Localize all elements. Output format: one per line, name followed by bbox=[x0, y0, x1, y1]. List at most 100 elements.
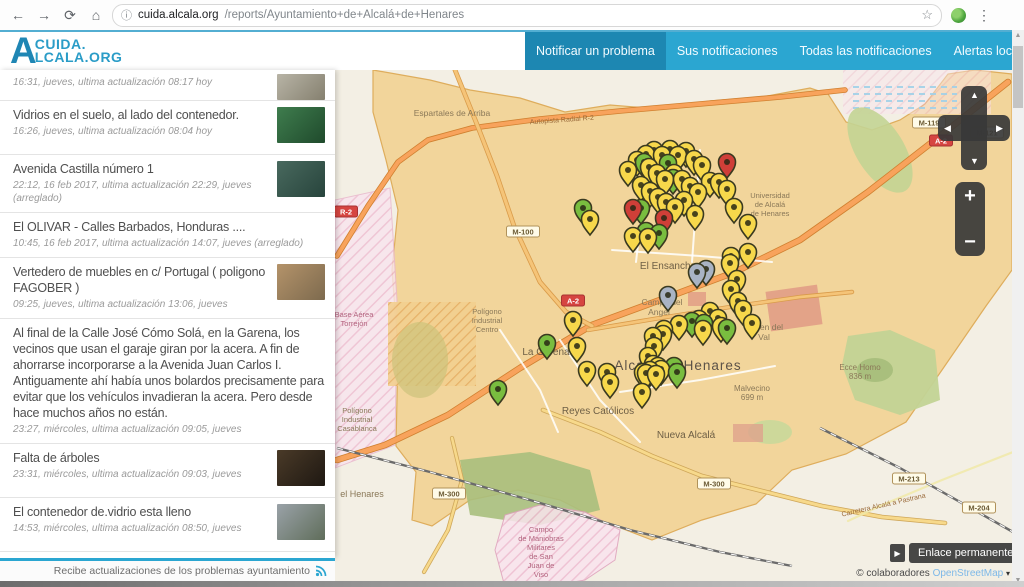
pan-right-icon[interactable]: ▶ bbox=[996, 123, 1003, 134]
map-label: Industrial bbox=[472, 316, 503, 325]
report-item[interactable]: 16:31, jueves, ultima actualización 08:1… bbox=[0, 70, 335, 101]
site-logo[interactable]: A CUIDA. LCALA.ORG bbox=[10, 33, 122, 69]
forward-icon[interactable]: → bbox=[34, 5, 54, 25]
url-host: cuida.alcala.org bbox=[138, 9, 219, 21]
map-label: 699 m bbox=[741, 393, 764, 402]
map-label: de Alcalá bbox=[755, 200, 786, 209]
browser-menu-icon[interactable]: ⋮ bbox=[974, 5, 994, 25]
page-scrollbar[interactable]: ▲ ▼ bbox=[1012, 30, 1024, 587]
map-label: Base Aérea bbox=[335, 310, 374, 319]
report-item[interactable]: Vidrios en el suelo, al lado del contene… bbox=[0, 101, 335, 155]
report-thumbnail bbox=[277, 450, 325, 486]
svg-text:A-2: A-2 bbox=[567, 297, 579, 306]
report-thumbnail bbox=[277, 107, 325, 143]
map-label: de Maniobras bbox=[518, 534, 564, 543]
map-label: Polígono bbox=[342, 406, 372, 415]
map-label: Casablanca bbox=[337, 424, 377, 433]
map-label: Nueva Alcalá bbox=[657, 430, 716, 441]
main-nav: Notificar un problemaSus notificacionesT… bbox=[525, 32, 1012, 70]
bookmark-star-icon[interactable]: ☆ bbox=[921, 7, 933, 23]
map-label: Polígono bbox=[472, 307, 502, 316]
rss-subscribe-link[interactable]: Recibe actualizaciones de los problemas … bbox=[54, 565, 310, 577]
map-label: Centro bbox=[476, 325, 499, 334]
map-label: Militares bbox=[527, 543, 555, 552]
report-thumbnail bbox=[277, 74, 325, 100]
permalink-control: ▶ Enlace permanente bbox=[890, 543, 1024, 563]
home-icon[interactable]: ⌂ bbox=[86, 5, 106, 25]
svg-text:M-300: M-300 bbox=[703, 480, 724, 489]
window-bottom-edge bbox=[0, 581, 1024, 587]
permalink-label: Enlace permanente bbox=[918, 547, 1013, 559]
browser-toolbar: ← → ⟳ ⌂ ⓘ cuida.alcala.org/reports/Ayunt… bbox=[0, 0, 1024, 30]
map-canvas[interactable]: R-2A-2A-2M-100M-119M-121M-300M-300M-213M… bbox=[335, 70, 1012, 587]
reload-icon[interactable]: ⟳ bbox=[60, 5, 80, 25]
pan-left-icon[interactable]: ◀ bbox=[944, 123, 951, 134]
svg-text:M-119: M-119 bbox=[919, 119, 940, 128]
report-meta: 23:27, miércoles, ultima actualización 0… bbox=[13, 423, 325, 436]
report-item[interactable]: Avenida Castilla número 122:12, 16 feb 2… bbox=[0, 155, 335, 213]
attribution-text: © colaboradores bbox=[856, 568, 930, 579]
svg-text:M-100: M-100 bbox=[512, 228, 533, 237]
map-label: 836 m bbox=[849, 372, 872, 381]
report-item[interactable]: Falta de árboles23:31, miércoles, ultima… bbox=[0, 444, 335, 498]
map-label: Juan de bbox=[528, 561, 555, 570]
road-shield: A-2 bbox=[562, 295, 585, 306]
site-header: A CUIDA. LCALA.ORG Notificar un problema… bbox=[0, 32, 1012, 70]
nav-item-0[interactable]: Notificar un problema bbox=[525, 32, 666, 70]
map-label: el Henares bbox=[340, 489, 384, 499]
address-bar[interactable]: ⓘ cuida.alcala.org/reports/Ayuntamiento+… bbox=[112, 4, 942, 27]
report-item[interactable]: El contenedor de.vidrio esta lleno14:53,… bbox=[0, 498, 335, 552]
report-title: Al final de la Calle José Cómo Solá, en … bbox=[13, 325, 325, 421]
extension-globe-icon[interactable] bbox=[948, 5, 968, 25]
logo-letter: A bbox=[10, 34, 37, 68]
map-pan-control: ▲ ▼ ◀ ▶ bbox=[938, 86, 1010, 170]
map-label: de Henares bbox=[751, 209, 790, 218]
road-shield: M-213 bbox=[893, 473, 926, 484]
report-title: El OLIVAR - Calles Barbados, Honduras ..… bbox=[13, 219, 325, 235]
logo-line2: LCALA.ORG bbox=[35, 51, 123, 64]
map-label: Industrial bbox=[342, 415, 373, 424]
map-label: Carretera Alcalá a Pastrana bbox=[841, 492, 926, 518]
map-label: Campo bbox=[529, 525, 553, 534]
road-shield: R-2 bbox=[335, 206, 358, 217]
scroll-up-icon[interactable]: ▲ bbox=[1012, 30, 1024, 42]
map-label: de San bbox=[529, 552, 553, 561]
pan-down-icon[interactable]: ▼ bbox=[970, 156, 979, 166]
map-attribution: © colaboradores OpenStreetMap ▾ bbox=[700, 568, 1010, 579]
map-label: Torrejón bbox=[340, 319, 367, 328]
svg-text:M-204: M-204 bbox=[968, 504, 990, 513]
pan-up-icon[interactable]: ▲ bbox=[970, 90, 979, 100]
road-shield: M-300 bbox=[433, 488, 466, 499]
permalink-collapse-icon[interactable]: ▶ bbox=[890, 544, 905, 562]
permalink-button[interactable]: Enlace permanente bbox=[909, 543, 1024, 563]
svg-text:M-300: M-300 bbox=[438, 490, 459, 499]
map-label: Val bbox=[758, 332, 770, 342]
report-item[interactable]: Vertedero de muebles en c/ Portugal ( po… bbox=[0, 258, 335, 319]
report-item[interactable]: El OLIVAR - Calles Barbados, Honduras ..… bbox=[0, 213, 335, 258]
browser-window: { "browser": { "url_host": "cuida.alcala… bbox=[0, 0, 1024, 587]
map-zoom-control: + − bbox=[955, 182, 985, 256]
nav-item-1[interactable]: Sus notificaciones bbox=[666, 32, 789, 70]
rss-icon[interactable] bbox=[315, 565, 327, 577]
report-thumbnail bbox=[277, 161, 325, 197]
map-label: Espartales de Arriba bbox=[414, 108, 491, 118]
report-item[interactable]: Al final de la Calle José Cómo Solá, en … bbox=[0, 319, 335, 444]
road-shield: M-204 bbox=[963, 502, 996, 513]
openstreetmap-link[interactable]: OpenStreetMap bbox=[933, 568, 1004, 579]
report-thumbnail bbox=[277, 264, 325, 300]
reports-sidebar: 16:31, jueves, ultima actualización 08:1… bbox=[0, 70, 335, 558]
nav-item-2[interactable]: Todas las notificaciones bbox=[789, 32, 943, 70]
road-shield: M-300 bbox=[698, 478, 731, 489]
zoom-in-button[interactable]: + bbox=[964, 186, 976, 206]
scrollbar-thumb[interactable] bbox=[1013, 46, 1023, 108]
road-shield: M-100 bbox=[507, 226, 540, 237]
map-label: Malvecino bbox=[734, 384, 771, 393]
page-info-icon[interactable]: ⓘ bbox=[121, 7, 132, 23]
svg-text:R-2: R-2 bbox=[340, 208, 352, 217]
zoom-out-button[interactable]: − bbox=[964, 232, 976, 252]
map-label: Viso bbox=[534, 570, 548, 579]
report-meta: 10:45, 16 feb 2017, ultima actualización… bbox=[13, 237, 325, 250]
back-icon[interactable]: ← bbox=[8, 5, 28, 25]
sidebar-footer: Recibe actualizaciones de los problemas … bbox=[0, 558, 335, 581]
url-path: /reports/Ayuntamiento+de+Alcalá+de+Henar… bbox=[225, 9, 465, 21]
